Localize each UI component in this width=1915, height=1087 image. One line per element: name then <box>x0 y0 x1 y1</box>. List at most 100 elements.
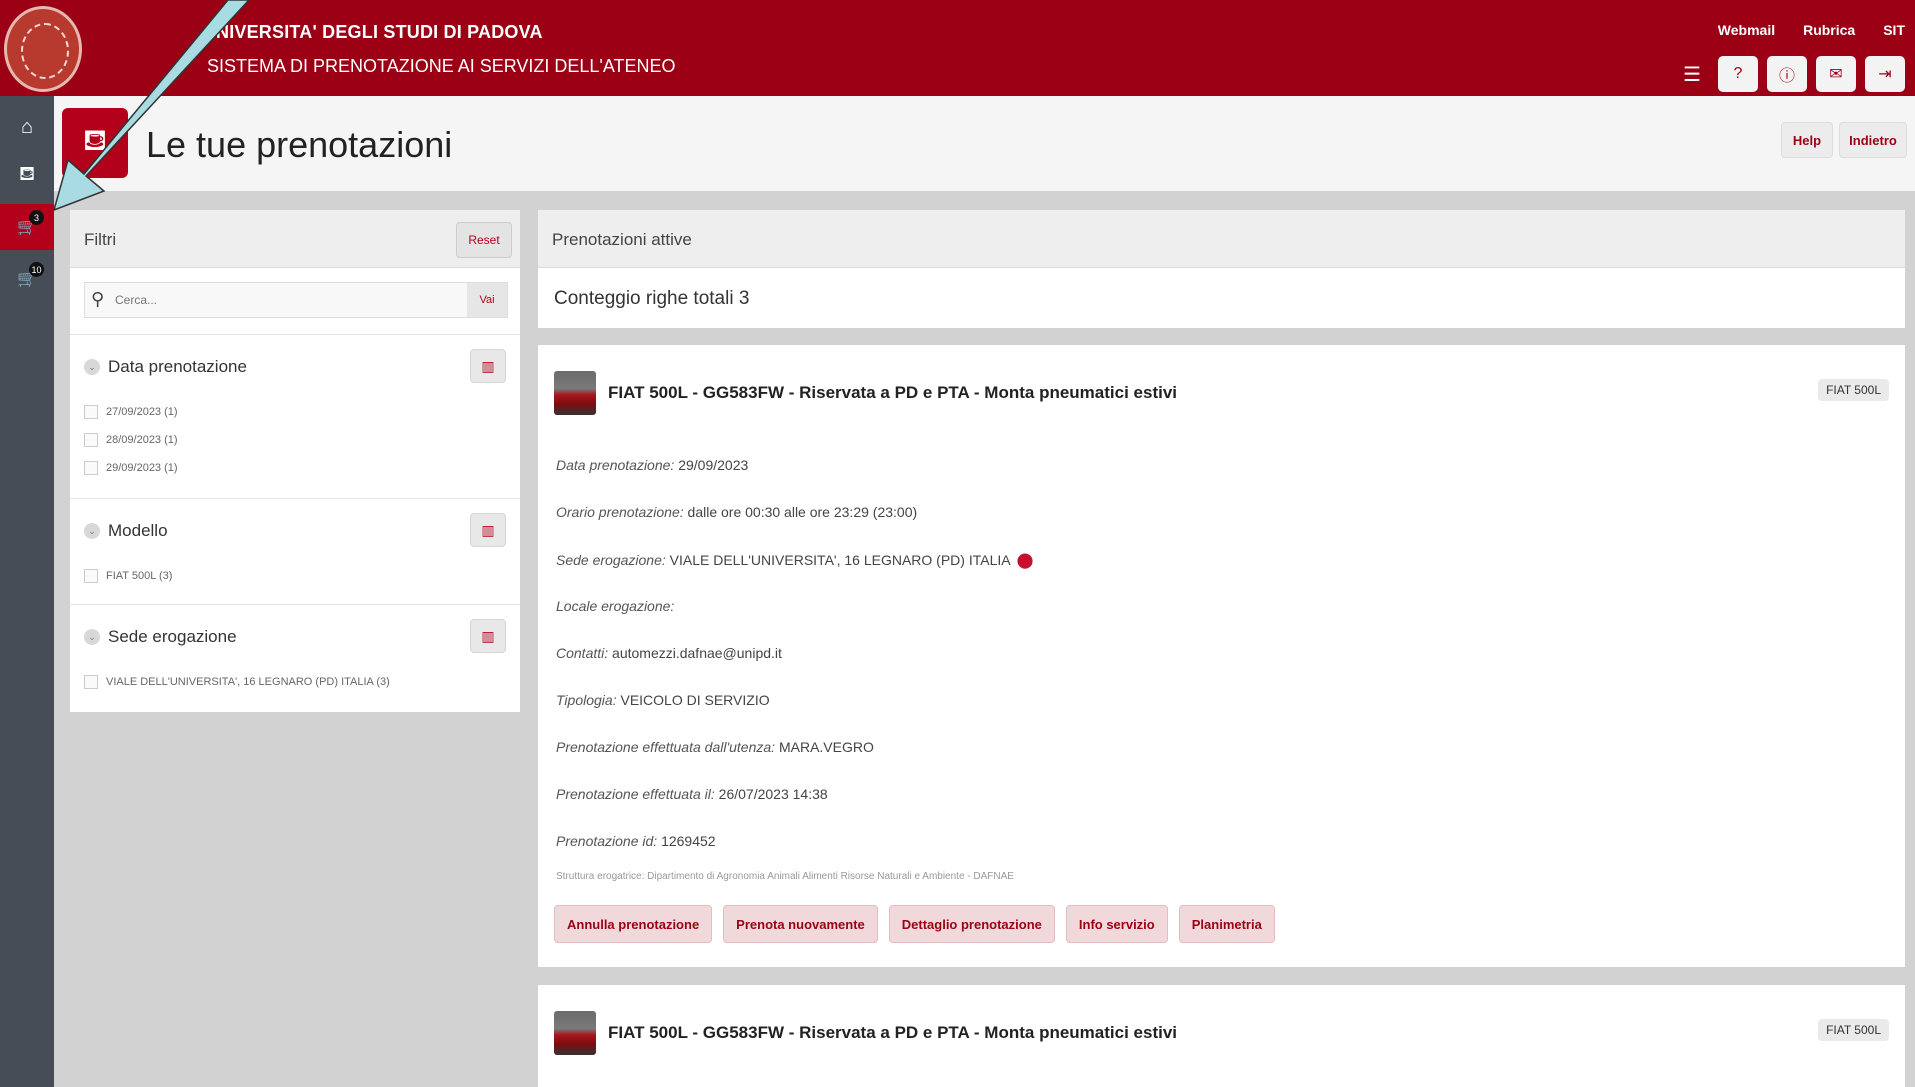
booking-field: Sede erogazione: VIALE DELL'UNIVERSITA',… <box>556 551 1033 569</box>
filter-option-label: FIAT 500L (3) <box>106 570 173 582</box>
filter-section-title[interactable]: Modello <box>108 521 168 541</box>
info-circle-icon[interactable]: ⓘ <box>1767 56 1807 92</box>
filter-section-model: ⌄ Modello ▥ FIAT 500L (3) <box>70 498 520 604</box>
notification-badge: 3 <box>29 210 44 225</box>
car-thumbnail <box>554 371 596 415</box>
notification-badge: 10 <box>29 262 44 277</box>
filter-option[interactable]: VIALE DELL'UNIVERSITA', 16 LEGNARO (PD) … <box>84 675 390 689</box>
bar-chart-icon[interactable]: ▥ <box>470 349 506 383</box>
booking-title[interactable]: FIAT 500L - GG583FW - Riservata a PD e P… <box>608 1023 1177 1043</box>
booking-card: FIAT 500L - GG583FW - Riservata a PD e P… <box>538 345 1905 967</box>
filter-section-location: ⌄ Sede erogazione ▥ VIALE DELL'UNIVERSIT… <box>70 604 520 712</box>
sidebar-item-my-bookings[interactable]: 🛒 3 <box>0 204 54 250</box>
logout-icon[interactable]: ⇥ <box>1865 56 1905 92</box>
field-label: Orario prenotazione: <box>556 504 684 520</box>
booking-field: Tipologia: VEICOLO DI SERVIZIO <box>556 692 770 708</box>
university-seal-logo[interactable] <box>4 6 82 92</box>
active-bookings-header: Prenotazioni attive <box>538 210 1905 268</box>
search-input[interactable] <box>115 288 415 312</box>
booking-field: Prenotazione id: 1269452 <box>556 833 716 849</box>
booking-field: Prenotazione effettuata il: 26/07/2023 1… <box>556 786 828 802</box>
page-title-bar: ⛾ Le tue prenotazioni Help Indietro <box>54 96 1915 191</box>
field-label: Prenotazione effettuata dall'utenza: <box>556 739 776 755</box>
filters-heading: Filtri <box>84 230 117 249</box>
field-label: Tipologia: <box>556 692 617 708</box>
active-bookings-heading: Prenotazioni attive <box>552 230 692 249</box>
back-button[interactable]: Indietro <box>1839 122 1907 158</box>
filter-section-date: ⌄ Data prenotazione ▥ 27/09/2023 (1) 28/… <box>70 334 520 498</box>
sidebar-item-cart[interactable]: 🛒 10 <box>0 256 54 302</box>
field-value: VEICOLO DI SERVIZIO <box>620 692 770 708</box>
filter-option-label: 28/09/2023 (1) <box>106 434 178 446</box>
filter-option[interactable]: 28/09/2023 (1) <box>84 433 178 447</box>
field-value: 29/09/2023 <box>678 457 749 473</box>
booking-field: Data prenotazione: 29/09/2023 <box>556 457 748 473</box>
sidebar-item-home[interactable]: ⌂ <box>0 104 54 150</box>
filter-option[interactable]: 27/09/2023 (1) <box>84 405 178 419</box>
checkbox[interactable] <box>84 675 98 689</box>
sidebar-item-services[interactable]: ⛾ <box>0 152 54 198</box>
booking-detail-button[interactable]: Dettaglio prenotazione <box>888 905 1055 943</box>
home-icon: ⌂ <box>20 115 34 138</box>
field-value: 26/07/2023 14:38 <box>718 786 828 802</box>
help-button[interactable]: Help <box>1781 122 1833 158</box>
map-pin-icon[interactable]: ⬤ <box>1017 552 1034 569</box>
field-label: Prenotazione id: <box>556 833 658 849</box>
checkbox[interactable] <box>84 405 98 419</box>
chevron-down-icon[interactable]: ⌄ <box>84 359 100 375</box>
mail-icon[interactable]: ✉ <box>1816 56 1856 92</box>
field-label: Data prenotazione: <box>556 457 675 473</box>
bar-chart-icon[interactable]: ▥ <box>470 619 506 653</box>
filter-option-label: 27/09/2023 (1) <box>106 406 178 418</box>
basket-icon: ⛾ <box>18 162 36 185</box>
checkbox[interactable] <box>84 433 98 447</box>
chevron-down-icon[interactable]: ⌄ <box>84 629 100 645</box>
field-label: Locale erogazione: <box>556 598 675 614</box>
floor-plan-button[interactable]: Planimetria <box>1178 905 1275 943</box>
filter-option[interactable]: 29/09/2023 (1) <box>84 461 178 475</box>
system-name: SISTEMA DI PRENOTAZIONE AI SERVIZI DELL'… <box>207 56 676 76</box>
checkbox[interactable] <box>84 569 98 583</box>
booking-field: Locale erogazione: <box>556 598 674 614</box>
university-name: NIVERSITA' DEGLI STUDI DI PADOVA <box>216 22 543 42</box>
booking-actions: Annulla prenotazione Prenota nuovamente … <box>554 905 1275 943</box>
header-icon-bar: ☰ ? ⓘ ✉ ⇥ <box>1683 56 1905 92</box>
row-count-text: Conteggio righe totali 3 <box>554 288 750 309</box>
chevron-down-icon[interactable]: ⌄ <box>84 523 100 539</box>
field-label: Contatti: <box>556 645 609 661</box>
filters-header: Filtri Reset <box>70 210 520 268</box>
field-value: 1269452 <box>661 833 716 849</box>
booking-title[interactable]: FIAT 500L - GG583FW - Riservata a PD e P… <box>608 383 1177 403</box>
filter-option[interactable]: FIAT 500L (3) <box>84 569 172 583</box>
sit-link[interactable]: SIT <box>1883 22 1905 38</box>
filter-section-title[interactable]: Data prenotazione <box>108 357 247 377</box>
webmail-link[interactable]: Webmail <box>1718 22 1775 38</box>
menu-icon[interactable]: ☰ <box>1683 62 1701 87</box>
field-label: Sede erogazione: <box>556 552 666 568</box>
field-label: Prenotazione effettuata il: <box>556 786 715 802</box>
page-title: Le tue prenotazioni <box>146 124 453 165</box>
filter-section-title[interactable]: Sede erogazione <box>108 627 237 647</box>
model-badge: FIAT 500L <box>1818 1019 1889 1041</box>
model-badge: FIAT 500L <box>1818 379 1889 401</box>
filter-option-label: 29/09/2023 (1) <box>106 462 178 474</box>
filters-panel: Filtri Reset ⚲ Vai ⌄ Data prenotazione ▥… <box>70 210 520 712</box>
rebook-button[interactable]: Prenota nuovamente <box>723 905 878 943</box>
help-circle-icon[interactable]: ? <box>1718 56 1758 92</box>
field-value: dalle ore 00:30 alle ore 23:29 (23:00) <box>687 504 918 520</box>
service-info-button[interactable]: Info servizio <box>1065 905 1168 943</box>
contact-email[interactable]: automezzi.dafnae@unipd.it <box>612 645 782 661</box>
bar-chart-icon[interactable]: ▥ <box>470 513 506 547</box>
rubrica-link[interactable]: Rubrica <box>1803 22 1855 38</box>
row-count: Conteggio righe totali 3 <box>538 268 1905 328</box>
search-icon: ⚲ <box>91 289 105 309</box>
reset-button[interactable]: Reset <box>456 222 512 258</box>
top-links: Webmail Rubrica SIT <box>1718 22 1905 38</box>
search-go-button[interactable]: Vai <box>467 283 507 317</box>
cancel-booking-button[interactable]: Annulla prenotazione <box>554 905 713 943</box>
left-sidebar: ⌂ ⛾ 🛒 3 🛒 10 <box>0 96 54 1087</box>
booking-field: Prenotazione effettuata dall'utenza: MAR… <box>556 739 874 755</box>
booking-field: Orario prenotazione: dalle ore 00:30 all… <box>556 504 917 520</box>
checkbox[interactable] <box>84 461 98 475</box>
structure-note: Struttura erogatrice: Dipartimento di Ag… <box>556 871 1014 882</box>
